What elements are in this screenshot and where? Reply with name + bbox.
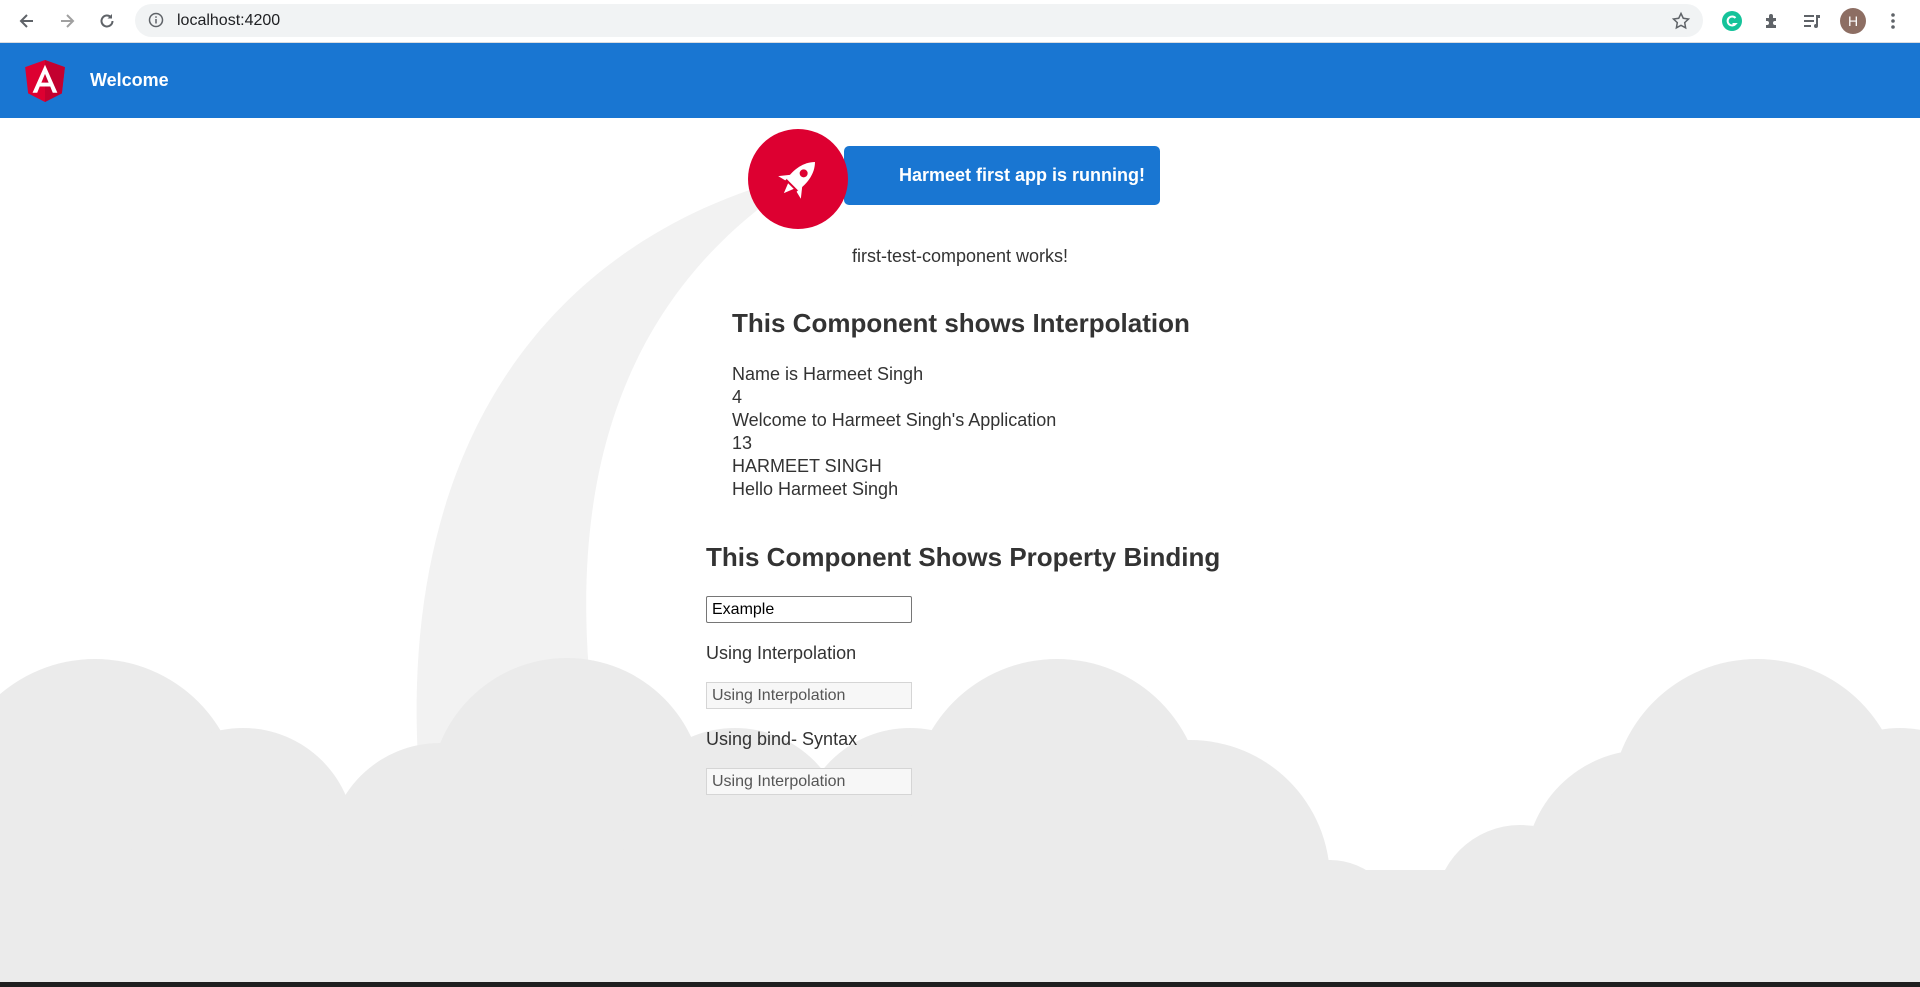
reading-list-button[interactable]: [1797, 6, 1827, 36]
profile-button[interactable]: H: [1838, 6, 1868, 36]
grammarly-extension[interactable]: [1717, 6, 1747, 36]
property-binding-heading: This Component Shows Property Binding: [706, 542, 1221, 572]
interpolation-lines: Name is Harmeet Singh 4 Welcome to Harme…: [732, 363, 1056, 501]
angular-logo-icon: [25, 60, 65, 102]
kebab-menu-icon: [1891, 13, 1895, 29]
interpolation-line: 4: [732, 387, 743, 407]
back-icon: [19, 14, 33, 28]
reload-icon: [100, 14, 114, 28]
forward-button[interactable]: [52, 6, 82, 36]
url-text[interactable]: localhost:4200: [177, 12, 280, 30]
running-banner: Harmeet first app is running!: [844, 146, 1160, 205]
reading-list-icon: [1804, 15, 1820, 28]
info-icon[interactable]: [148, 12, 164, 33]
address-bar[interactable]: localhost:4200: [135, 4, 1703, 37]
interpolation-line: HARMEET SINGH: [732, 456, 882, 476]
interpolation-heading: This Component shows Interpolation: [732, 308, 1190, 338]
menu-button[interactable]: [1878, 6, 1908, 36]
interpolation-label: Using Interpolation: [706, 643, 857, 663]
app-toolbar: Welcome: [0, 43, 1920, 118]
example-input[interactable]: [706, 596, 912, 623]
rocket-icon: [778, 162, 815, 199]
browser-toolbar: localhost:4200 H: [0, 0, 1920, 43]
star-icon[interactable]: [1671, 11, 1691, 36]
toolbar-title: Welcome: [90, 70, 169, 90]
grammarly-icon: [1722, 11, 1742, 31]
forward-icon: [61, 14, 75, 28]
interpolation-line: Welcome to Harmeet Singh's Application: [732, 410, 1057, 430]
extensions-icon: [1766, 14, 1776, 28]
interpolation-line: Hello Harmeet Singh: [732, 479, 899, 499]
reload-button[interactable]: [92, 6, 122, 36]
interpolation-line: 13: [732, 433, 753, 453]
bind-syntax-label: Using bind- Syntax: [706, 729, 858, 749]
avatar: H: [1840, 8, 1866, 34]
running-banner-text: Harmeet first app is running!: [898, 165, 1146, 185]
rocket-badge: [748, 129, 848, 229]
interpolation-bound-input[interactable]: [706, 682, 912, 709]
bind-syntax-input[interactable]: [706, 768, 912, 795]
extensions-button[interactable]: [1757, 6, 1787, 36]
component-status-text: first-test-component works!: [851, 246, 1069, 266]
taskbar-edge: [0, 982, 1920, 987]
interpolation-line: Name is Harmeet Singh: [732, 364, 924, 384]
back-button[interactable]: [12, 6, 42, 36]
